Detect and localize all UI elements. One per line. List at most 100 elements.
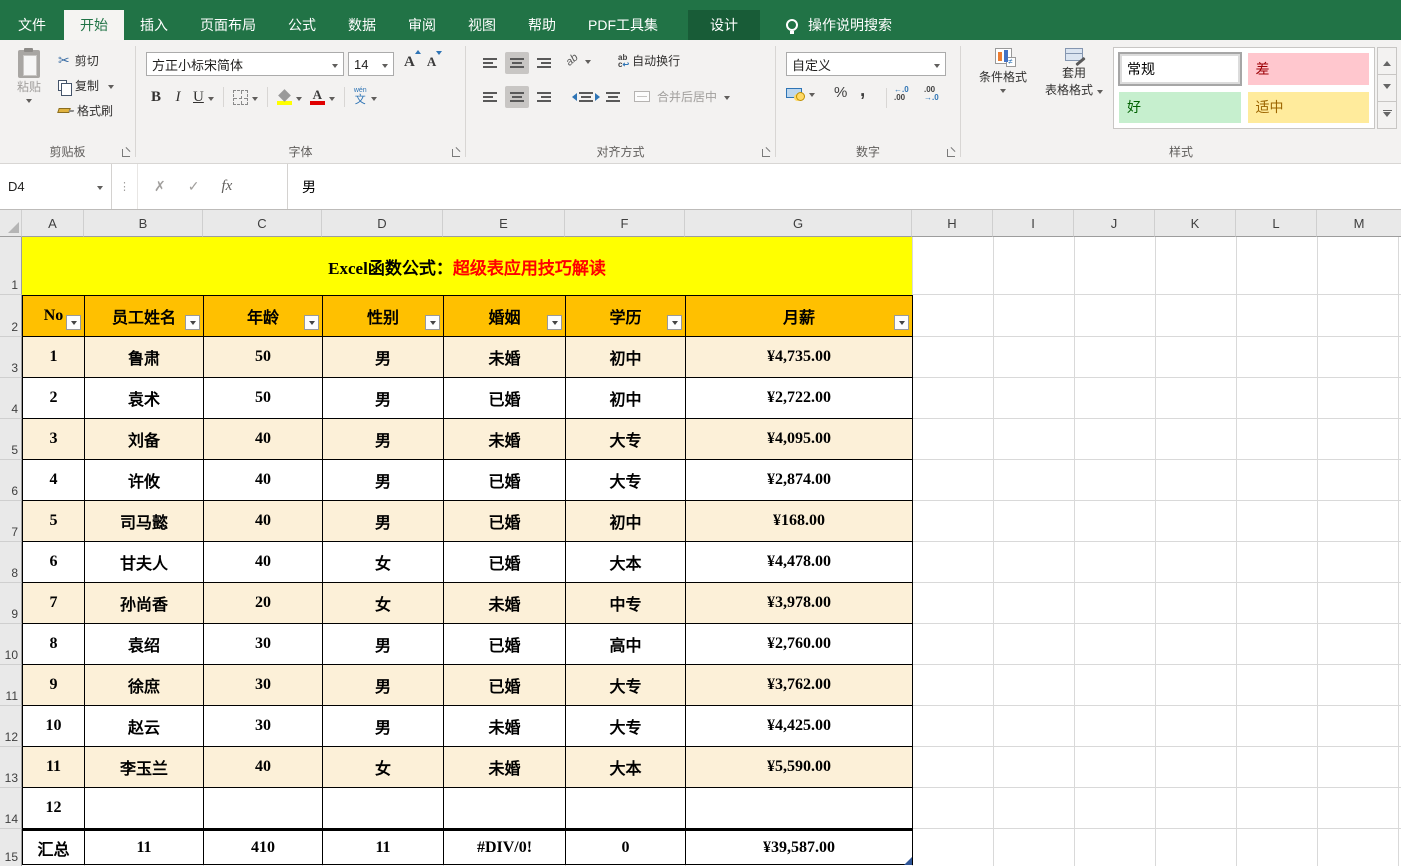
- cell-age[interactable]: 40: [204, 501, 323, 542]
- cell-name[interactable]: 刘备: [85, 419, 204, 460]
- cell-education[interactable]: 初中: [566, 501, 686, 542]
- decrease-decimal-button[interactable]: [924, 86, 939, 102]
- header-cell-education[interactable]: 学历: [566, 296, 686, 337]
- orientation-button[interactable]: ab: [566, 54, 591, 66]
- cell-salary[interactable]: ¥2,760.00: [686, 624, 913, 665]
- cell-salary[interactable]: ¥4,425.00: [686, 706, 913, 747]
- align-left-button[interactable]: [478, 86, 502, 108]
- comma-style-button[interactable]: ,: [860, 80, 865, 102]
- column-header-c[interactable]: C: [203, 210, 322, 237]
- column-header-g[interactable]: G: [685, 210, 912, 237]
- cell-name[interactable]: 甘夫人: [85, 542, 204, 583]
- cell-gender[interactable]: 男: [323, 337, 444, 378]
- cell-name[interactable]: 袁绍: [85, 624, 204, 665]
- cell-education[interactable]: 大专: [566, 460, 686, 501]
- increase-font-size-button[interactable]: A: [404, 54, 415, 71]
- cell-salary[interactable]: ¥5,590.00: [686, 747, 913, 788]
- increase-decimal-button[interactable]: [894, 86, 909, 102]
- name-box[interactable]: D4: [0, 164, 112, 209]
- cell-no[interactable]: 10: [23, 706, 85, 747]
- tab-data[interactable]: 数据: [332, 10, 392, 40]
- cell-salary[interactable]: ¥4,735.00: [686, 337, 913, 378]
- number-format-combo[interactable]: 自定义: [786, 52, 946, 76]
- row-header[interactable]: 5: [0, 419, 22, 460]
- header-cell-age[interactable]: 年龄: [204, 296, 323, 337]
- font-dialog-launcher[interactable]: [452, 149, 460, 157]
- cell-marriage[interactable]: 已婚: [444, 501, 566, 542]
- row-header[interactable]: 8: [0, 542, 22, 583]
- cell-marriage[interactable]: 未婚: [444, 747, 566, 788]
- row-header[interactable]: 12: [0, 706, 22, 747]
- summary-age-total[interactable]: 410: [204, 829, 323, 865]
- cell-age[interactable]: 40: [204, 542, 323, 583]
- filter-dropdown-icon[interactable]: [66, 315, 81, 330]
- number-dialog-launcher[interactable]: [947, 149, 955, 157]
- cell-age[interactable]: 50: [204, 337, 323, 378]
- cell-salary[interactable]: ¥4,095.00: [686, 419, 913, 460]
- tab-design[interactable]: 设计: [688, 10, 760, 40]
- row-header[interactable]: 13: [0, 747, 22, 788]
- accounting-format-button[interactable]: [786, 88, 815, 98]
- cell-no[interactable]: 8: [23, 624, 85, 665]
- cell-age[interactable]: 40: [204, 419, 323, 460]
- borders-button[interactable]: [230, 85, 261, 109]
- column-header-m[interactable]: M: [1317, 210, 1401, 237]
- font-color-button[interactable]: A: [307, 85, 338, 109]
- header-cell-name[interactable]: 员工姓名: [85, 296, 204, 337]
- header-cell-marriage[interactable]: 婚姻: [444, 296, 566, 337]
- cell-salary[interactable]: ¥3,762.00: [686, 665, 913, 706]
- style-bad[interactable]: 差: [1248, 53, 1370, 85]
- row-header[interactable]: 9: [0, 583, 22, 624]
- summary-education[interactable]: 0: [566, 829, 686, 865]
- cell-no[interactable]: 12: [23, 788, 85, 829]
- percent-style-button[interactable]: %: [834, 84, 847, 101]
- cell-no[interactable]: 5: [23, 501, 85, 542]
- cell-marriage[interactable]: [444, 788, 566, 829]
- column-header-b[interactable]: B: [84, 210, 203, 237]
- cell-marriage[interactable]: 未婚: [444, 337, 566, 378]
- align-center-button[interactable]: [505, 86, 529, 108]
- cell-marriage[interactable]: 已婚: [444, 665, 566, 706]
- enter-icon[interactable]: ✓: [188, 178, 200, 195]
- tab-help[interactable]: 帮助: [512, 10, 572, 40]
- cell-education[interactable]: 大本: [566, 747, 686, 788]
- cell-education[interactable]: 初中: [566, 378, 686, 419]
- column-header-j[interactable]: J: [1074, 210, 1155, 237]
- tab-insert[interactable]: 插入: [124, 10, 184, 40]
- column-header-a[interactable]: A: [22, 210, 84, 237]
- format-as-table-button[interactable]: 套用 表格格式: [1041, 48, 1107, 98]
- cell-name[interactable]: [85, 788, 204, 829]
- cell-education[interactable]: 初中: [566, 337, 686, 378]
- cell-gender[interactable]: 女: [323, 542, 444, 583]
- gallery-more-button[interactable]: [1377, 102, 1397, 129]
- tab-file[interactable]: 文件: [0, 10, 64, 40]
- align-bottom-button[interactable]: [532, 52, 556, 74]
- cell-age[interactable]: 40: [204, 460, 323, 501]
- cell-education[interactable]: 大本: [566, 542, 686, 583]
- cell-name[interactable]: 孙尚香: [85, 583, 204, 624]
- cell-no[interactable]: 4: [23, 460, 85, 501]
- cell-salary[interactable]: ¥3,978.00: [686, 583, 913, 624]
- cell-no[interactable]: 6: [23, 542, 85, 583]
- cell-marriage[interactable]: 未婚: [444, 419, 566, 460]
- font-size-combo[interactable]: 14: [348, 52, 394, 76]
- clipboard-dialog-launcher[interactable]: [122, 149, 130, 157]
- column-header-l[interactable]: L: [1236, 210, 1317, 237]
- cut-button[interactable]: 剪切: [58, 52, 114, 69]
- table-resize-handle[interactable]: [904, 857, 912, 865]
- cell-marriage[interactable]: 已婚: [444, 460, 566, 501]
- header-cell-no[interactable]: No: [23, 296, 85, 337]
- cell-age[interactable]: 30: [204, 706, 323, 747]
- cell-age[interactable]: 30: [204, 624, 323, 665]
- align-middle-button[interactable]: [505, 52, 529, 74]
- tab-review[interactable]: 审阅: [392, 10, 452, 40]
- conditional-formatting-button[interactable]: ≠ 条件格式: [971, 48, 1035, 99]
- row-header[interactable]: 2: [0, 295, 22, 337]
- cell-name[interactable]: 李玉兰: [85, 747, 204, 788]
- formula-bar-resize-handle[interactable]: ⋮: [112, 164, 138, 209]
- cell-name[interactable]: 徐庶: [85, 665, 204, 706]
- cell-age[interactable]: 40: [204, 747, 323, 788]
- cell-education[interactable]: 高中: [566, 624, 686, 665]
- style-neutral[interactable]: 适中: [1248, 92, 1370, 124]
- column-header-i[interactable]: I: [993, 210, 1074, 237]
